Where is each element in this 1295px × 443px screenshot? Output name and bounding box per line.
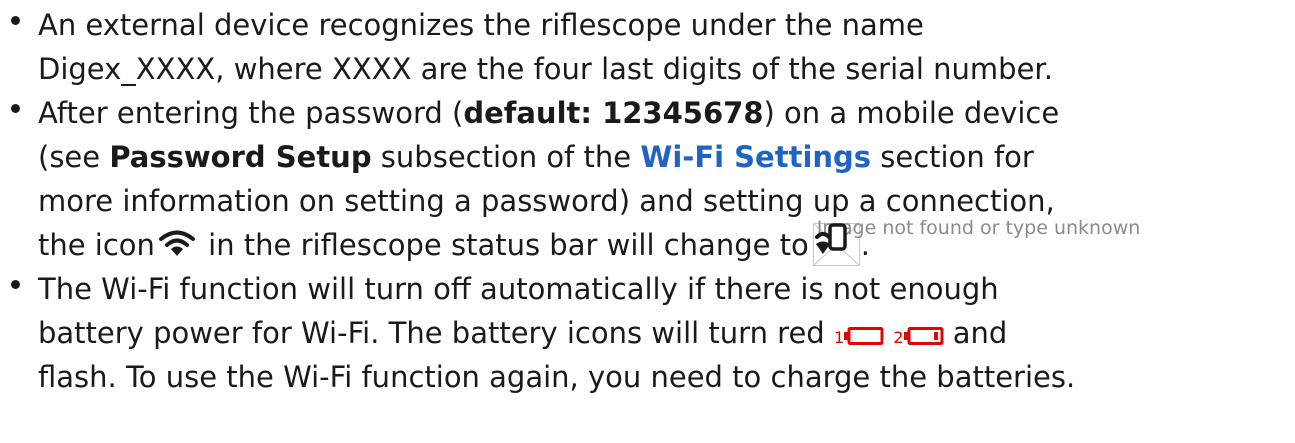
text-span: more information on setting a password) … [38,184,1055,218]
text-span: An external device recognizes the rifles… [38,8,924,42]
battery-icon [903,327,944,345]
battery-icon [844,327,884,345]
password-setup-ref: Password Setup [109,140,372,174]
wifi-phone-icon [814,223,847,254]
text-span: After entering the password ( [38,96,464,130]
text-span: the icon [38,228,155,262]
text-span: section for [871,140,1034,174]
text-line: battery power for Wi-Fi. The battery ico… [38,311,1295,355]
text-span: Digex_XXXX, where XXXX are the four last… [38,52,1053,86]
text-line: An external device recognizes the rifles… [38,3,1295,47]
text-span: and [943,316,1008,350]
battery-1-indicator: 1 [834,313,884,362]
text-span: ) on a mobile device [763,96,1060,130]
text-span: (see [38,140,110,174]
list-item: After entering the password (default: 12… [0,91,1295,267]
broken-image-icon: Image not found or type unknown [812,217,1140,267]
list-item: The Wi-Fi function will turn off automat… [0,267,1295,399]
broken-image-alt-text: Image not found or type unknown [816,217,1141,239]
battery-number: 2 [893,328,904,347]
bullet-list: An external device recognizes the rifles… [0,0,1295,399]
wifi-settings-link[interactable]: Wi-Fi Settings [640,140,871,174]
text-span: battery power for Wi-Fi. The battery ico… [38,316,825,350]
battery-2-indicator: 2 [893,313,944,362]
default-password: default: 12345678 [463,96,764,130]
text-line: the icon in the riflescope status bar wi… [38,217,1295,267]
text-line: flash. To use the Wi-Fi function again, … [38,355,1295,399]
text-span: subsection of the [371,140,641,174]
wifi-icon [158,230,195,256]
text-span: flash. To use the Wi-Fi function again, … [38,360,1076,394]
text-line: Digex_XXXX, where XXXX are the four last… [38,47,1295,91]
text-span: in the riflescope status bar will change… [198,228,809,262]
text-line: (see Password Setup subsection of the Wi… [38,135,1295,179]
list-item: An external device recognizes the rifles… [0,3,1295,91]
text-line: The Wi-Fi function will turn off automat… [38,267,1295,311]
text-span: The Wi-Fi function will turn off automat… [38,272,999,306]
text-line: After entering the password (default: 12… [38,91,1295,135]
battery-number: 1 [833,328,845,347]
document-page: An external device recognizes the rifles… [0,0,1295,443]
